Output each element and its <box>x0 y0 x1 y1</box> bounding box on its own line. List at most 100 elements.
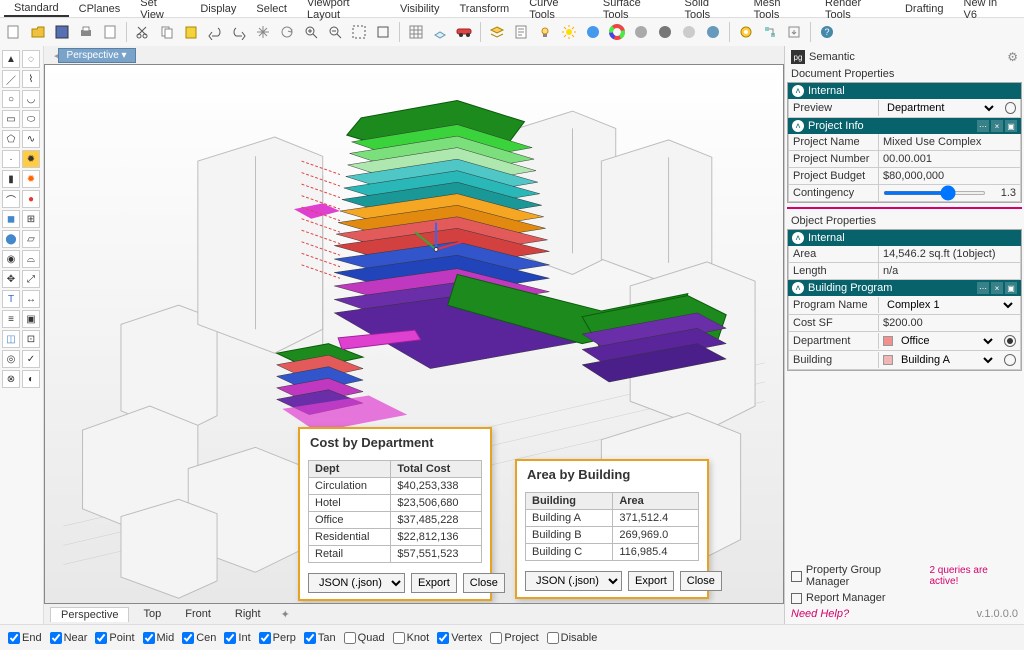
osnap-project[interactable]: Project <box>490 632 538 644</box>
export-icon[interactable] <box>784 22 804 42</box>
max-icon[interactable]: ▣ <box>1005 120 1017 132</box>
material-blue-icon[interactable] <box>583 22 603 42</box>
rect-icon[interactable]: ▭ <box>2 110 20 128</box>
tab-newinv6[interactable]: New in V6 <box>954 0 1021 22</box>
zoom-in-icon[interactable] <box>301 22 321 42</box>
polygon-icon[interactable]: ⬠ <box>2 130 20 148</box>
zoom-out-icon[interactable] <box>325 22 345 42</box>
format-select[interactable]: JSON (.json) <box>308 573 405 593</box>
contingency-slider[interactable] <box>883 191 986 195</box>
plane-icon[interactable]: ▱ <box>22 230 40 248</box>
tab-visibility[interactable]: Visibility <box>390 2 450 16</box>
analyze-icon[interactable]: ⊗ <box>2 370 20 388</box>
project-name-value[interactable]: Mixed Use Complex <box>879 134 1020 150</box>
point-icon[interactable]: · <box>2 150 20 168</box>
boolean-icon[interactable]: ◉ <box>2 250 20 268</box>
osnap-knot[interactable]: Knot <box>393 632 430 644</box>
max-icon[interactable]: ▣ <box>1005 282 1017 294</box>
sphere3-icon[interactable] <box>679 22 699 42</box>
tab-surfacetools[interactable]: Surface Tools <box>593 0 675 22</box>
add-tab-icon[interactable]: ✦ <box>275 608 296 621</box>
gear-yellow-icon[interactable] <box>736 22 756 42</box>
dim-icon[interactable]: ↔ <box>22 290 40 308</box>
pan-icon[interactable] <box>253 22 273 42</box>
pgm-checkbox[interactable] <box>791 571 802 582</box>
cplane-icon[interactable] <box>430 22 450 42</box>
osnap-tan[interactable]: Tan <box>304 632 336 644</box>
check-icon[interactable]: ✓ <box>22 350 40 368</box>
close-icon[interactable]: × <box>991 282 1003 294</box>
grid-icon[interactable] <box>406 22 426 42</box>
osnap-near[interactable]: Near <box>50 632 88 644</box>
gear-icon[interactable]: ⚙ <box>1007 50 1018 64</box>
building-radio[interactable] <box>1004 354 1016 366</box>
rotate-icon[interactable] <box>277 22 297 42</box>
tab-select[interactable]: Select <box>246 2 297 16</box>
report-area-by-building[interactable]: Area by Building BuildingArea Building A… <box>515 459 709 599</box>
tab-drafting[interactable]: Drafting <box>895 2 954 16</box>
arc-icon[interactable]: ◡ <box>22 90 40 108</box>
zoom-extents-icon[interactable] <box>349 22 369 42</box>
move-icon[interactable]: ✥ <box>2 270 20 288</box>
undo-icon[interactable] <box>205 22 225 42</box>
line-icon[interactable]: ／ <box>2 70 20 88</box>
hide-icon[interactable]: ◎ <box>2 350 20 368</box>
rm-checkbox[interactable] <box>791 593 802 604</box>
need-help-link[interactable]: Need Help? <box>791 608 849 620</box>
sphere2-icon[interactable] <box>655 22 675 42</box>
light-icon[interactable] <box>535 22 555 42</box>
vftab-front[interactable]: Front <box>175 607 221 621</box>
format-select[interactable]: JSON (.json) <box>525 571 622 591</box>
tab-rendertools[interactable]: Render Tools <box>815 0 895 22</box>
export-button[interactable]: Export <box>628 571 674 591</box>
extrude-icon[interactable]: ▮ <box>2 170 20 188</box>
open-icon[interactable] <box>28 22 48 42</box>
car-icon[interactable] <box>454 22 474 42</box>
program-name-select[interactable]: Complex 1 <box>883 298 1016 312</box>
section-internal2[interactable]: ˄ Internal <box>788 230 1021 246</box>
osnap-cen[interactable]: Cen <box>182 632 216 644</box>
layer-icon[interactable] <box>487 22 507 42</box>
flame-icon[interactable]: ✹ <box>22 170 40 188</box>
tab-meshtools[interactable]: Mesh Tools <box>744 0 815 22</box>
export-button[interactable]: Export <box>411 573 457 593</box>
section-internal[interactable]: ˄ Internal <box>788 83 1021 99</box>
osnap-perp[interactable]: Perp <box>259 632 296 644</box>
render-icon[interactable]: ◐ <box>22 370 40 388</box>
report-cost-by-dept[interactable]: Cost by Department DeptTotal Cost Circul… <box>298 427 492 601</box>
zoom-window-icon[interactable] <box>373 22 393 42</box>
fillet-icon[interactable]: ⌓ <box>22 250 40 268</box>
tab-cplanes[interactable]: CPlanes <box>69 2 131 16</box>
blend-icon[interactable]: ⌒ <box>2 190 20 208</box>
close-button[interactable]: Close <box>680 571 722 591</box>
project-number-value[interactable]: 00.00.001 <box>879 151 1020 167</box>
cylinder-icon[interactable]: ⬤ <box>2 230 20 248</box>
document-icon[interactable] <box>100 22 120 42</box>
explode-icon[interactable]: ✹ <box>22 150 40 168</box>
osnap-point[interactable]: Point <box>95 632 134 644</box>
osnap-vertex[interactable]: Vertex <box>437 632 482 644</box>
vftab-perspective[interactable]: Perspective <box>50 607 129 622</box>
window-icon[interactable]: ⋯ <box>977 120 989 132</box>
dept-radio[interactable] <box>1004 335 1016 347</box>
extrude2-icon[interactable]: ◫ <box>2 330 20 348</box>
section-building-program[interactable]: ˄ Building Program ⋯×▣ <box>788 280 1021 296</box>
close-button[interactable]: Close <box>463 573 505 593</box>
department-select[interactable]: Office <box>897 334 996 348</box>
polyline-icon[interactable]: ⌇ <box>22 70 40 88</box>
sphere-tool-icon[interactable]: ● <box>22 190 40 208</box>
vftab-right[interactable]: Right <box>225 607 271 621</box>
pointer-icon[interactable]: ▲ <box>2 50 20 68</box>
building-select[interactable]: Building A <box>897 353 996 367</box>
copy-icon[interactable] <box>157 22 177 42</box>
tab-display[interactable]: Display <box>190 2 246 16</box>
new-icon[interactable] <box>4 22 24 42</box>
group-icon[interactable]: ⊡ <box>22 330 40 348</box>
redo-icon[interactable] <box>229 22 249 42</box>
preview-radio[interactable] <box>1005 102 1016 114</box>
vftab-top[interactable]: Top <box>133 607 171 621</box>
paste-icon[interactable] <box>181 22 201 42</box>
layers-icon[interactable]: ≡ <box>2 310 20 328</box>
material-rainbow-icon[interactable] <box>607 22 627 42</box>
tab-transform[interactable]: Transform <box>449 2 519 16</box>
